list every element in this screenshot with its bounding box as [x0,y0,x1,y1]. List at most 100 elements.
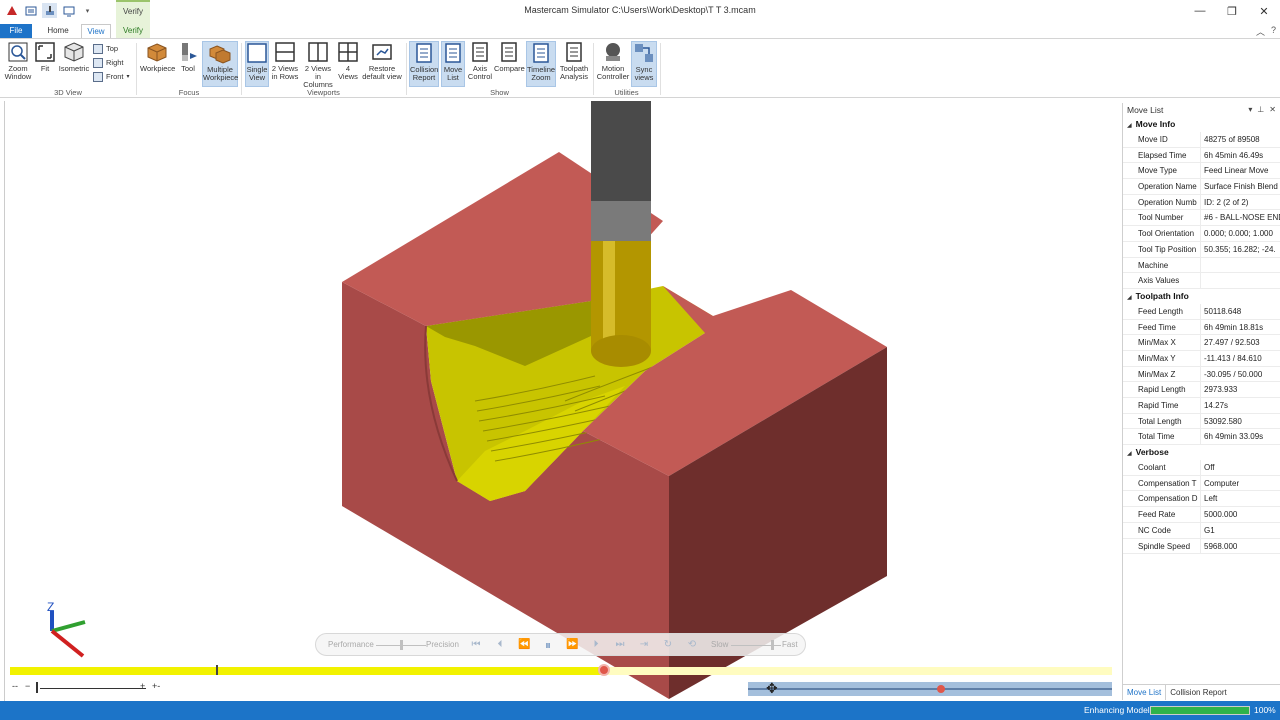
ribbon-controls: ︿ ? [1256,25,1276,38]
property-row[interactable]: Axis Values [1123,273,1280,289]
collapse-triangle-icon[interactable]: ◢ [1127,291,1132,306]
property-row[interactable]: Elapsed Time 6h 45min 46.49s [1123,147,1280,164]
property-value: 27.497 / 92.503 [1204,338,1260,348]
collision-report-button[interactable]: Collision Report [409,41,439,87]
fast-forward-icon[interactable]: ⏩ [566,639,578,651]
property-row[interactable]: Move Type Feed Linear Move [1123,163,1280,180]
property-value: -30.095 / 50.000 [1204,369,1263,379]
tab-move-list[interactable]: Move List [1123,685,1167,700]
single-view-button[interactable]: Single View [245,41,269,87]
3d-viewport[interactable]: Z [4,101,1120,701]
zoom-thumb[interactable] [36,682,38,693]
property-row[interactable]: NC Code G1 [1123,522,1280,539]
property-row[interactable]: Compensation D Left [1123,491,1280,508]
workpiece-focus-button[interactable]: Workpiece [140,41,175,87]
collapse-triangle-icon[interactable]: ◢ [1127,119,1132,134]
speed-bar[interactable]: ✥ [748,680,1112,696]
speed-slider-thumb[interactable] [771,640,774,650]
step-options-icon[interactable]: ⇥ [638,639,650,651]
property-row[interactable]: Feed Length 50118.648 [1123,303,1280,320]
minimize-icon[interactable]: — [1184,0,1216,22]
rewind-icon[interactable]: ⏪ [518,639,530,651]
pause-icon[interactable]: ⏸ [542,639,554,651]
two-views-rows-button[interactable]: 2 Views in Rows [271,41,299,87]
restore-default-view-button[interactable]: Restore default view [362,41,402,87]
zoom-out-far-icon[interactable]: -- [12,681,18,691]
go-to-end-icon[interactable]: ⏭ [614,639,626,651]
section-move-info[interactable]: ◢ Move Info [1123,117,1280,132]
multiple-workpiece-button[interactable]: Multiple Workpiece [202,41,238,87]
tool-focus-button[interactable]: Tool [177,41,199,87]
property-name: Elapsed Time [1123,147,1201,163]
section-verbose[interactable]: ◢ Verbose [1123,445,1280,460]
zoom-in-far-icon[interactable]: +- [152,681,160,691]
property-row[interactable]: Tool Orientation 0.000; 0.000; 1.000 [1123,226,1280,242]
property-row[interactable]: Machine [1123,257,1280,274]
two-views-columns-icon [308,42,328,62]
property-row[interactable]: Min/Max Y -11.413 / 84.610 [1123,350,1280,367]
property-row[interactable]: Tool Tip Position 50.355; 16.282; -24. [1123,241,1280,258]
property-row[interactable]: Rapid Length 2973.933 [1123,382,1280,398]
property-row[interactable]: Compensation T Computer [1123,475,1280,492]
property-row[interactable]: Rapid Time 14.27s [1123,398,1280,414]
property-row[interactable]: Total Length 53092.580 [1123,413,1280,430]
four-views-button[interactable]: 4 Views [337,41,359,87]
timeline-position-thumb[interactable] [597,664,610,676]
property-value: 50.355; 16.282; -24. [1204,244,1276,254]
timeline-bar[interactable] [10,664,1112,676]
tab-view[interactable]: View [81,24,111,39]
help-icon[interactable]: ? [1271,25,1276,38]
window-title: Mastercam Simulator C:\Users\Work\Deskto… [524,5,756,15]
speed-thumb[interactable] [936,685,945,693]
property-row[interactable]: Feed Rate 5000.000 [1123,507,1280,523]
pin-icon[interactable]: ⊥ [1257,103,1264,117]
section-toolpath-info[interactable]: ◢ Toolpath Info [1123,289,1280,304]
property-row[interactable]: Operation Name Surface Finish Blend [1123,179,1280,195]
tab-collision-report[interactable]: Collision Report [1166,685,1230,700]
property-row[interactable]: Spindle Speed 5968.000 [1123,538,1280,555]
tab-home[interactable]: Home [42,24,74,39]
collapse-triangle-icon[interactable]: ◢ [1127,447,1132,462]
restore-icon[interactable]: ❐ [1216,0,1248,22]
go-to-start-icon[interactable]: ⏮ [470,639,482,651]
tab-file[interactable]: File [0,24,32,38]
property-row[interactable]: Min/Max Z -30.095 / 50.000 [1123,366,1280,383]
compare-button[interactable]: Compare [494,41,525,87]
close-icon[interactable]: ✕ [1248,0,1280,22]
sync-views-button[interactable]: Sync views [631,41,657,87]
property-row[interactable]: Total Time 6h 49min 33.09s [1123,429,1280,446]
property-row[interactable]: Coolant Off [1123,460,1280,476]
property-row[interactable]: Feed Time 6h 49min 18.81s [1123,319,1280,336]
step-forward-icon[interactable]: ⏵ [590,639,602,651]
zoom-in-icon[interactable]: + [140,681,145,691]
property-row[interactable]: Operation Numb ID: 2 (2 of 2) [1123,194,1280,211]
panel-close-icon[interactable]: ✕ [1269,103,1276,117]
zoom-track[interactable] [40,688,146,689]
property-row[interactable]: Min/Max X 27.497 / 92.503 [1123,335,1280,351]
property-row[interactable]: Tool Number #6 - BALL-NOSE END [1123,210,1280,227]
timeline-zoom-button[interactable]: Timeline Zoom [526,41,556,87]
zoom-window-button[interactable]: Zoom Window [4,41,32,87]
isometric-button[interactable]: Isometric [58,41,90,87]
collapse-ribbon-icon[interactable]: ︿ [1256,25,1265,38]
step-back-icon[interactable]: ⏴ [494,639,506,651]
front-view-button[interactable]: Front ▾ [93,71,130,83]
timeline-marker [216,665,218,675]
repeat-icon[interactable]: ⟲ [686,639,698,651]
motion-controller-button[interactable]: Motion Controller [596,41,630,87]
move-list-button[interactable]: Move List [441,41,465,87]
property-value: #6 - BALL-NOSE END [1204,213,1280,223]
loop-icon[interactable]: ↻ [662,639,674,651]
fit-button[interactable]: Fit [34,41,56,87]
top-view-button[interactable]: Top [93,43,118,55]
panel-menu-icon[interactable]: ▾ [1248,103,1252,117]
toolpath-analysis-button[interactable]: Toolpath Analysis [558,41,590,87]
property-name: Total Length [1123,413,1201,429]
right-view-button[interactable]: Right [93,57,124,69]
quality-slider-thumb[interactable] [400,640,403,650]
axis-control-button[interactable]: Axis Control [467,41,493,87]
tab-verify[interactable]: Verify [116,22,150,39]
two-views-columns-button[interactable]: 2 Views in Columns [301,41,335,89]
zoom-out-icon[interactable]: − [25,681,30,691]
property-row[interactable]: Move ID 48275 of 89508 [1123,132,1280,148]
